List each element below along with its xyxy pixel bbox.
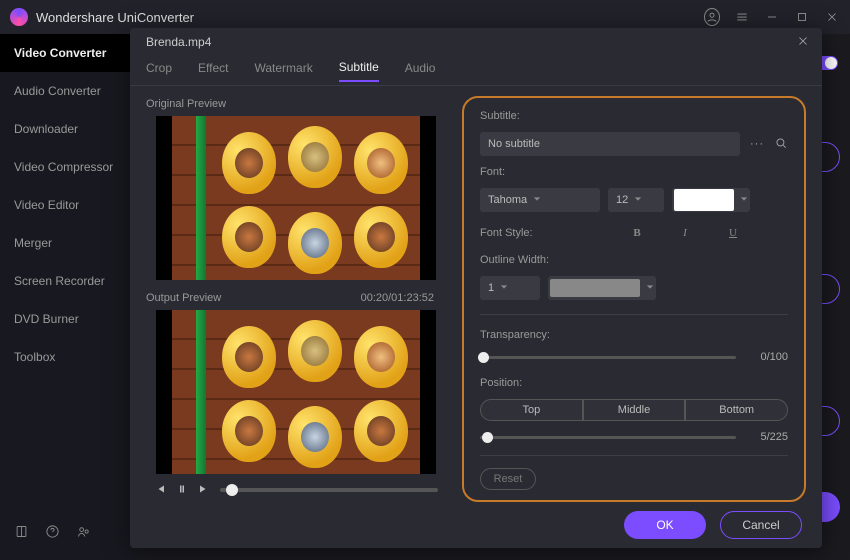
reset-button[interactable]: Reset [480,468,536,490]
dialog-footer: OK Cancel [130,502,822,548]
sidebar: Video Converter Audio Converter Download… [0,34,140,560]
sidebar-item-screen-recorder[interactable]: Screen Recorder [0,262,140,300]
font-style-label: Font Style: [480,227,533,239]
transparency-label: Transparency: [480,329,788,341]
subtitle-label: Subtitle: [480,110,788,122]
player-controls [146,474,446,502]
output-preview-label: Output Preview [146,292,221,304]
sidebar-item-label: Toolbox [14,350,55,364]
position-middle[interactable]: Middle [583,399,686,421]
app-logo [10,8,28,26]
pause-icon[interactable] [176,483,188,498]
close-window-icon[interactable] [824,9,840,25]
tab-crop[interactable]: Crop [146,61,172,81]
account-icon[interactable] [704,9,720,25]
font-color-swatch [674,189,734,211]
chevron-down-icon [634,194,642,206]
sidebar-item-video-converter[interactable]: Video Converter [0,34,140,72]
tab-effect[interactable]: Effect [198,61,228,81]
seek-bar[interactable] [220,488,438,492]
position-bottom[interactable]: Bottom [685,399,788,421]
chevron-down-icon [500,282,508,294]
sidebar-item-toolbox[interactable]: Toolbox [0,338,140,376]
font-color-select[interactable] [672,188,750,212]
position-segment: Top Middle Bottom [480,399,788,421]
community-icon[interactable] [76,524,91,542]
dialog-filename: Brenda.mp4 [146,35,796,49]
sidebar-item-label: Audio Converter [14,84,101,98]
close-icon[interactable] [796,34,810,51]
italic-button[interactable]: I [672,222,698,244]
sidebar-item-label: Screen Recorder [14,274,105,288]
outline-width-label: Outline Width: [480,254,788,266]
sidebar-item-downloader[interactable]: Downloader [0,110,140,148]
outline-color-select[interactable] [548,276,656,300]
sidebar-item-video-compressor[interactable]: Video Compressor [0,148,140,186]
position-label: Position: [480,377,788,389]
sidebar-item-label: Video Compressor [14,160,113,174]
sidebar-item-label: Merger [14,236,52,250]
tab-watermark[interactable]: Watermark [254,61,312,81]
font-size-select[interactable]: 12 [608,188,664,212]
underline-button[interactable]: U [720,222,746,244]
help-icon[interactable] [45,524,60,542]
font-label: Font: [480,166,788,178]
bold-button[interactable]: B [624,222,650,244]
sidebar-item-label: Video Converter [14,46,106,60]
chevron-down-icon [646,282,654,294]
sidebar-item-video-editor[interactable]: Video Editor [0,186,140,224]
ok-button[interactable]: OK [624,511,706,539]
subtitle-input[interactable] [480,132,740,156]
preview-column: Original Preview Output Preview 00:20/01… [146,96,446,502]
transparency-slider[interactable] [480,356,736,359]
chevron-down-icon [740,194,748,206]
subtitle-dialog: Brenda.mp4 Crop Effect Watermark Subtitl… [130,28,822,548]
sidebar-item-merger[interactable]: Merger [0,224,140,262]
sidebar-item-label: Video Editor [14,198,79,212]
next-frame-icon[interactable] [198,483,210,498]
guide-icon[interactable] [14,524,29,542]
font-name-select[interactable]: Tahoma [480,188,600,212]
sidebar-item-label: Downloader [14,122,78,136]
menu-icon[interactable] [734,9,750,25]
browse-subtitle-icon[interactable]: ··· [748,138,766,150]
tab-subtitle[interactable]: Subtitle [339,60,379,82]
chevron-down-icon [533,194,541,206]
position-top[interactable]: Top [480,399,583,421]
sidebar-item-dvd-burner[interactable]: DVD Burner [0,300,140,338]
transparency-value: 0/100 [744,351,788,363]
prev-frame-icon[interactable] [154,483,166,498]
maximize-icon[interactable] [794,9,810,25]
sidebar-item-label: DVD Burner [14,312,79,326]
subtitle-form: Subtitle: ··· Font: Tahoma 12 [462,96,806,502]
original-preview-label: Original Preview [146,98,226,110]
app-title: Wondershare UniConverter [36,10,704,25]
output-preview [156,310,436,474]
dialog-tabs: Crop Effect Watermark Subtitle Audio [130,56,822,86]
outline-color-swatch [550,279,640,297]
tab-audio[interactable]: Audio [405,61,436,81]
sidebar-item-audio-converter[interactable]: Audio Converter [0,72,140,110]
search-subtitle-icon[interactable] [774,136,788,153]
time-display: 00:20/01:23:52 [361,292,446,304]
original-preview [156,116,436,280]
minimize-icon[interactable] [764,9,780,25]
position-value: 5/225 [744,431,788,443]
cancel-button[interactable]: Cancel [720,511,802,539]
position-slider[interactable] [480,436,736,439]
outline-width-select[interactable]: 1 [480,276,540,300]
